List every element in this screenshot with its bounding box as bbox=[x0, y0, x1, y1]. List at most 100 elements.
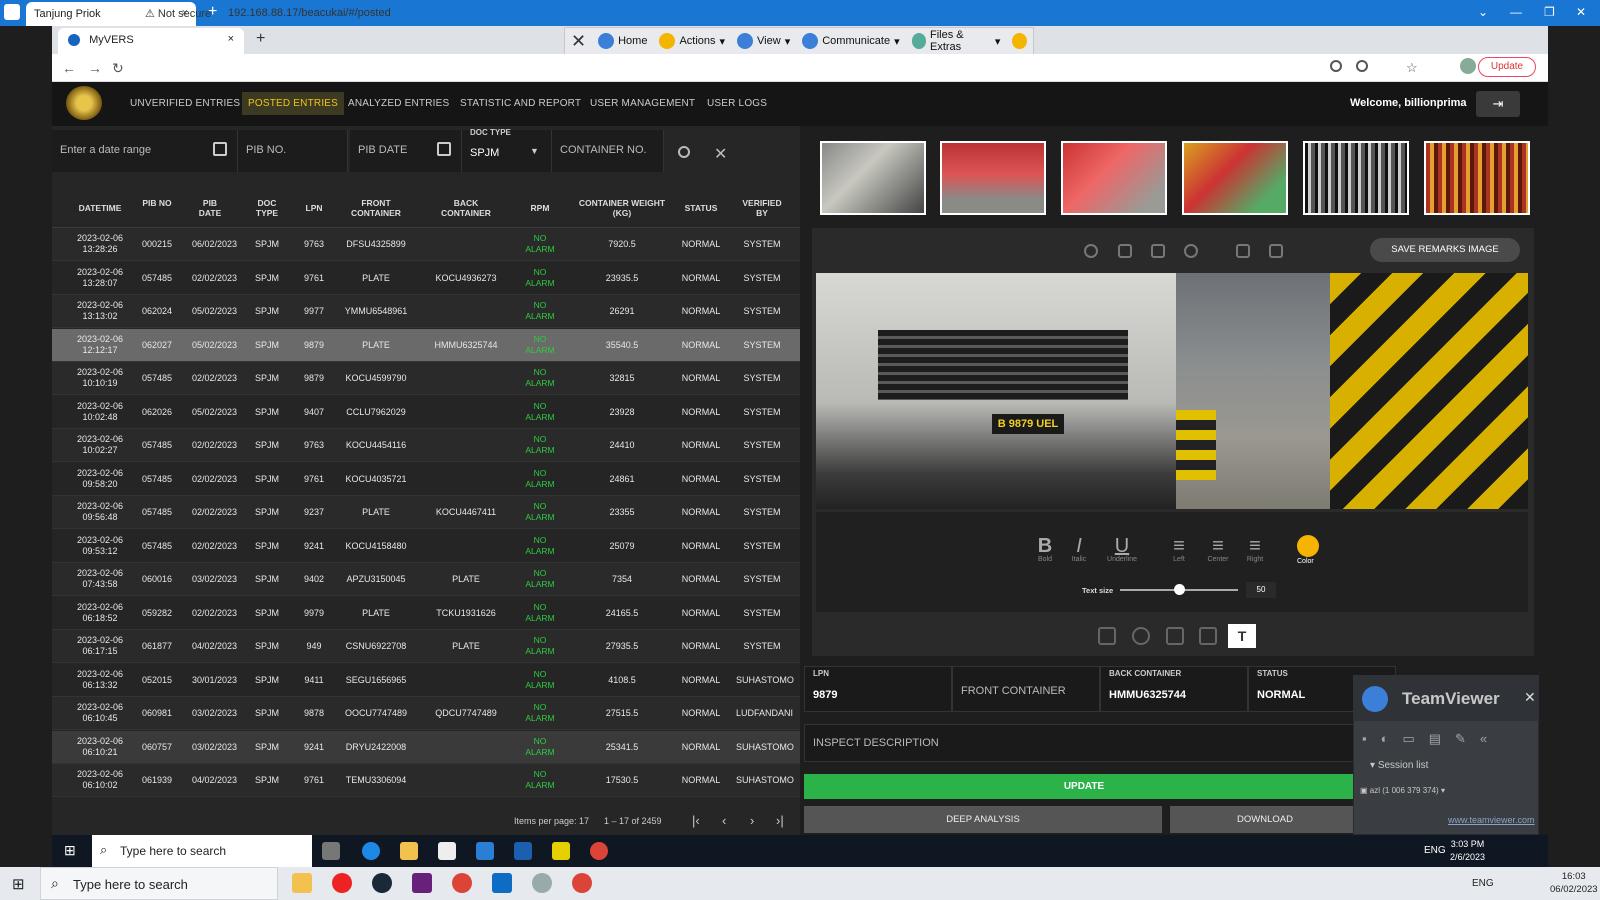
lpn-field[interactable]: LPN 9879 bbox=[804, 666, 952, 712]
table-row[interactable]: 2023-02-06 13:28:07 057485 02/02/2023 SPJM 9… bbox=[52, 261, 800, 295]
table-row[interactable]: 2023-02-06 09:53:12 057485 02/02/2023 SPJM 9… bbox=[52, 529, 800, 563]
crop-icon[interactable] bbox=[1098, 627, 1116, 645]
actions-menu[interactable]: Actions ▾ bbox=[659, 33, 725, 49]
table-row[interactable]: 2023-02-06 09:58:20 057485 02/02/2023 SPJM 9… bbox=[52, 462, 800, 496]
close-window-button[interactable]: ✕ bbox=[1576, 5, 1586, 19]
teamviewer-link[interactable]: www.teamviewer.com bbox=[1448, 815, 1535, 825]
text-size-value[interactable]: 50 bbox=[1246, 582, 1276, 598]
pib-date-input[interactable]: PIB DATE bbox=[350, 130, 462, 172]
table-row[interactable]: 2023-02-06 06:10:21 060757 03/02/2023 SPJM 9… bbox=[52, 730, 800, 764]
text-size-slider-handle[interactable] bbox=[1174, 584, 1185, 595]
col-rpm[interactable]: RPM bbox=[522, 203, 558, 213]
back-container-field[interactable]: BACK CONTAINER HMMU6325744 bbox=[1100, 666, 1248, 712]
nav-user-logs[interactable]: USER LOGS bbox=[707, 98, 767, 109]
local-language[interactable]: ENG bbox=[1472, 878, 1494, 889]
remote-language[interactable]: ENG bbox=[1424, 845, 1446, 856]
bold-button[interactable]: B Bold bbox=[1032, 536, 1058, 563]
steam-icon[interactable] bbox=[372, 873, 392, 893]
underline-button[interactable]: U Underline bbox=[1104, 536, 1140, 563]
update-button[interactable]: UPDATE bbox=[804, 774, 1364, 799]
browser-tab-myvers[interactable]: MyVERS × bbox=[58, 28, 244, 54]
not-secure-badge[interactable]: ⚠ Not secure bbox=[145, 7, 211, 20]
clear-filter-icon[interactable]: ✕ bbox=[714, 144, 727, 164]
radiation-app-icon[interactable] bbox=[552, 842, 570, 860]
session-user[interactable]: ▣ azl (1 006 379 374) ▾ bbox=[1360, 786, 1445, 795]
zoom-icon[interactable] bbox=[1356, 60, 1368, 72]
delete-icon[interactable] bbox=[1236, 244, 1250, 258]
windows-start-icon[interactable]: ⊞ bbox=[64, 842, 76, 859]
inspect-description-input[interactable]: INSPECT DESCRIPTION bbox=[804, 724, 1364, 762]
text-tool-icon[interactable]: T bbox=[1228, 624, 1256, 648]
view-menu[interactable]: View ▾ bbox=[737, 33, 790, 49]
last-page-icon[interactable]: ›| bbox=[776, 813, 784, 828]
col-doc-type[interactable]: DOC TYPE bbox=[250, 198, 284, 218]
remote-clock[interactable]: 3:03 PM 2/6/2023 bbox=[1450, 838, 1485, 864]
table-row[interactable]: 2023-02-06 06:13:32 052015 30/01/2023 SPJM 9… bbox=[52, 663, 800, 697]
table-row[interactable]: 2023-02-06 13:28:26 000215 06/02/2023 SPJM 9… bbox=[52, 228, 800, 261]
file-explorer-icon[interactable] bbox=[400, 842, 418, 860]
thumbnail-xray-gray[interactable] bbox=[1303, 141, 1409, 215]
shapes-icon[interactable] bbox=[1199, 627, 1217, 645]
bookmark-star-icon[interactable]: ☆ bbox=[1406, 60, 1418, 76]
back-icon[interactable]: ← bbox=[62, 60, 76, 76]
profile-avatar[interactable] bbox=[1460, 58, 1476, 74]
files-extras-menu[interactable]: Files & Extras ▾ bbox=[911, 29, 1000, 53]
session-list-toggle[interactable]: ▾ Session list bbox=[1370, 760, 1428, 771]
search-icon[interactable] bbox=[678, 146, 690, 158]
table-row[interactable]: 2023-02-06 09:56:48 057485 02/02/2023 SPJM 9… bbox=[52, 496, 800, 529]
container-no-input[interactable]: CONTAINER NO. bbox=[552, 130, 664, 172]
italic-button[interactable]: I Italic bbox=[1066, 536, 1092, 563]
thumbnail-xray-color[interactable] bbox=[1424, 141, 1530, 215]
table-row[interactable]: 2023-02-06 06:18:52 059282 02/02/2023 SPJM 9… bbox=[52, 596, 800, 630]
reset-icon[interactable] bbox=[1184, 244, 1198, 258]
col-container-weight[interactable]: CONTAINER WEIGHT (KG) bbox=[572, 198, 672, 218]
browser-update-button[interactable]: Update bbox=[1478, 57, 1536, 77]
url-field[interactable]: 192.168.88.17/beacukai/#/posted bbox=[228, 7, 391, 19]
col-lpn[interactable]: LPN bbox=[300, 203, 328, 213]
table-row[interactable]: 2023-02-06 06:10:02 061939 04/02/2023 SPJM 9… bbox=[52, 764, 800, 797]
chevron-down-icon[interactable]: ⌄ bbox=[1478, 5, 1488, 19]
rotate-icon[interactable] bbox=[1132, 627, 1150, 645]
close-icon[interactable]: × bbox=[228, 33, 234, 45]
table-row[interactable]: 2023-02-06 12:12:17 062027 05/02/2023 SPJM 9… bbox=[52, 328, 800, 362]
windows-start-icon[interactable]: ⊞ bbox=[12, 875, 25, 893]
table-row[interactable]: 2023-02-06 06:17:15 061877 04/02/2023 SPJM 9… bbox=[52, 630, 800, 663]
table-row[interactable]: 2023-02-06 13:13:02 062024 05/02/2023 SPJM 9… bbox=[52, 295, 800, 328]
draw-icon[interactable] bbox=[1166, 627, 1184, 645]
calendar-icon[interactable] bbox=[437, 142, 451, 156]
history-icon[interactable] bbox=[1084, 244, 1098, 258]
align-left-button[interactable]: ≡ Left bbox=[1166, 536, 1192, 563]
date-range-input[interactable]: Enter a date range bbox=[52, 130, 238, 172]
close-icon[interactable]: ✕ bbox=[571, 31, 586, 52]
communicate-menu[interactable]: Communicate ▾ bbox=[802, 33, 900, 49]
first-page-icon[interactable]: |‹ bbox=[692, 813, 700, 828]
undo-icon[interactable] bbox=[1118, 244, 1132, 258]
minimize-button[interactable]: — bbox=[1510, 5, 1522, 19]
table-row[interactable]: 2023-02-06 10:02:48 062026 05/02/2023 SPJM 9… bbox=[52, 395, 800, 429]
logout-button[interactable]: ⇥ bbox=[1476, 91, 1520, 117]
key-icon[interactable] bbox=[1330, 60, 1342, 72]
store-icon[interactable] bbox=[438, 842, 456, 860]
next-page-icon[interactable]: › bbox=[750, 813, 754, 828]
col-status[interactable]: STATUS bbox=[678, 203, 724, 213]
thumbnail-rear[interactable] bbox=[940, 141, 1046, 215]
front-container-field[interactable]: FRONT CONTAINER bbox=[952, 666, 1100, 712]
items-per-page[interactable]: Items per page: 17 bbox=[514, 816, 589, 826]
app-icon[interactable] bbox=[532, 873, 552, 893]
thumbnail-side-left[interactable] bbox=[1061, 141, 1167, 215]
thumbnail-side-right[interactable] bbox=[1182, 141, 1288, 215]
col-datetime[interactable]: DATETIME bbox=[70, 203, 130, 213]
nav-posted-entries[interactable]: POSTED ENTRIES bbox=[242, 92, 345, 115]
close-icon[interactable]: ✕ bbox=[1524, 689, 1536, 706]
teamviewer-icon[interactable] bbox=[492, 873, 512, 893]
chrome-icon[interactable] bbox=[590, 842, 608, 860]
table-row[interactable]: 2023-02-06 07:43:58 060016 03/02/2023 SPJM 9… bbox=[52, 563, 800, 596]
deep-analysis-button[interactable]: DEEP ANALYSIS bbox=[804, 806, 1162, 833]
reload-icon[interactable]: ↻ bbox=[112, 60, 124, 77]
forward-icon[interactable]: → bbox=[88, 60, 102, 76]
file-explorer-icon[interactable] bbox=[292, 873, 312, 893]
calendar-icon[interactable] bbox=[213, 142, 227, 156]
edge-icon[interactable] bbox=[362, 842, 380, 860]
remote-search-box[interactable]: ⌕ Type here to search bbox=[92, 835, 312, 867]
nav-user-management[interactable]: USER MANAGEMENT bbox=[590, 98, 695, 109]
